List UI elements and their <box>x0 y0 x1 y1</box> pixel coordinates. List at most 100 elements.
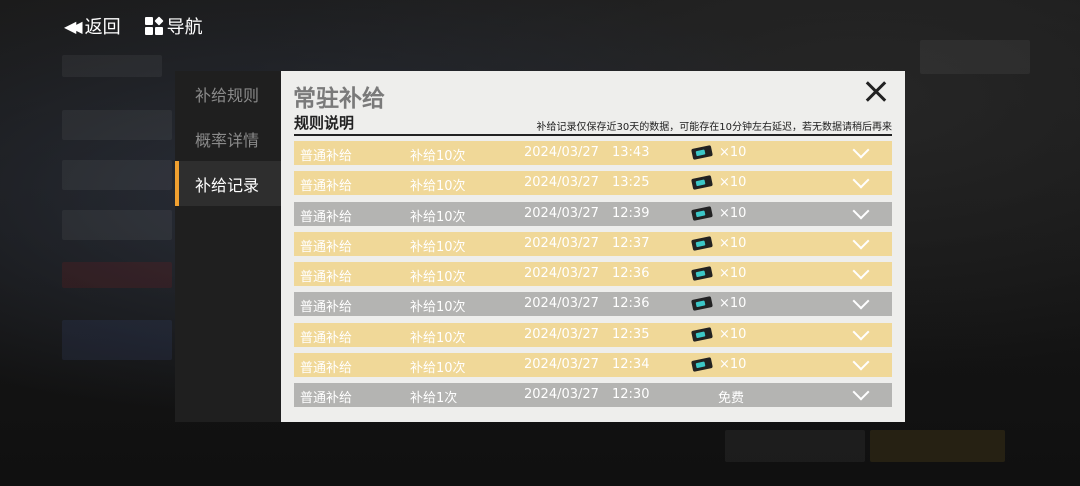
back-button[interactable]: ◀◀ 返回 <box>64 13 121 39</box>
record-reward: ×10 <box>691 357 747 373</box>
record-time: 12:34 <box>612 357 650 373</box>
record-count: 补给10次 <box>410 270 466 286</box>
chevron-down-icon[interactable] <box>852 353 870 371</box>
sidebar-item-rules[interactable]: 补给规则 <box>175 71 281 116</box>
chevron-down-icon[interactable] <box>852 292 870 310</box>
record-date: 2024/03/27 <box>524 205 599 221</box>
record-row[interactable]: 普通补给 补给10次 2024/03/27 12:39 ×10 <box>294 201 892 226</box>
top-bar: ◀◀ 返回 导航 <box>64 13 203 39</box>
chevron-down-icon[interactable] <box>852 323 870 341</box>
record-row[interactable]: 普通补给 补给10次 2024/03/27 13:25 ×10 <box>294 171 892 196</box>
chevron-down-icon[interactable] <box>852 171 870 189</box>
record-type: 普通补给 <box>300 209 353 225</box>
record-count: 补给10次 <box>410 239 466 255</box>
bg-shape <box>62 110 172 140</box>
record-time: 12:30 <box>612 387 650 403</box>
record-time: 12:36 <box>612 296 650 312</box>
chevron-down-icon[interactable] <box>852 202 870 220</box>
records-list: 普通补给 补给10次 2024/03/27 13:43 ×10 普通补给 补给1… <box>294 141 892 414</box>
chevron-down-icon[interactable] <box>852 141 870 159</box>
nav-label: 导航 <box>166 17 203 38</box>
sidebar-item-label: 补给规则 <box>195 85 260 105</box>
record-type: 普通补给 <box>300 239 353 255</box>
ticket-icon <box>691 175 713 191</box>
record-row[interactable]: 普通补给 补给10次 2024/03/27 12:37 ×10 <box>294 231 892 256</box>
record-count: 补给10次 <box>410 149 466 164</box>
reward-amount: ×10 <box>719 357 747 373</box>
record-reward-free: 免费 <box>718 391 745 407</box>
record-reward: ×10 <box>691 235 747 251</box>
bg-shape <box>62 55 162 77</box>
sidebar-item-records[interactable]: 补给记录 <box>175 161 281 206</box>
record-count: 补给10次 <box>410 179 466 195</box>
record-count: 补给1次 <box>410 391 458 407</box>
chevron-down-icon[interactable] <box>852 262 870 280</box>
record-type: 普通补给 <box>300 270 353 286</box>
rules-link[interactable]: 规则说明 <box>294 112 354 133</box>
record-type: 普通补给 <box>300 361 353 377</box>
supply-modal: 补给规则 概率详情 补给记录 常驻补给 规则说明 补给记录仅保存近30天的数据，… <box>175 71 905 422</box>
record-reward: ×10 <box>691 175 747 191</box>
record-count: 补给10次 <box>410 300 466 316</box>
record-reward: ×10 <box>691 205 747 221</box>
sidebar-item-probability[interactable]: 概率详情 <box>175 116 281 161</box>
record-count: 补给10次 <box>410 209 466 225</box>
bg-shape <box>920 40 1030 74</box>
reward-amount: ×10 <box>719 266 747 282</box>
record-count: 补给10次 <box>410 361 466 377</box>
record-row[interactable]: 普通补给 补给1次 2024/03/27 12:30 免费 <box>294 383 892 408</box>
ticket-icon <box>691 296 713 312</box>
record-row[interactable]: 普通补给 补给10次 2024/03/27 12:36 ×10 <box>294 292 892 317</box>
record-time: 12:37 <box>612 235 650 251</box>
panel-title: 常驻补给 <box>293 86 385 112</box>
ticket-icon <box>691 266 713 282</box>
reward-amount: ×10 <box>719 175 747 191</box>
record-type: 普通补给 <box>300 330 353 346</box>
sidebar-item-label: 概率详情 <box>195 130 260 150</box>
bg-shape <box>62 320 172 360</box>
ticket-icon <box>691 205 713 221</box>
record-row[interactable]: 普通补给 补给10次 2024/03/27 12:34 ×10 <box>294 353 892 378</box>
record-count: 补给10次 <box>410 330 466 346</box>
record-type: 普通补给 <box>300 391 353 407</box>
bg-shape <box>62 210 172 240</box>
bg-shape <box>725 430 865 462</box>
record-reward: ×10 <box>691 296 747 312</box>
record-date: 2024/03/27 <box>524 235 599 251</box>
record-date: 2024/03/27 <box>524 357 599 373</box>
back-label: 返回 <box>84 17 121 38</box>
record-reward: ×10 <box>691 266 747 282</box>
record-date: 2024/03/27 <box>524 145 599 160</box>
record-type: 普通补给 <box>300 300 353 316</box>
close-icon[interactable] <box>861 77 891 107</box>
ticket-icon <box>691 145 713 160</box>
sidebar: 补给规则 概率详情 补给记录 <box>175 71 281 422</box>
record-reward: ×10 <box>691 326 747 342</box>
record-row[interactable]: 普通补给 补给10次 2024/03/27 12:35 ×10 <box>294 322 892 347</box>
bg-shape <box>870 430 1005 462</box>
record-time: 13:43 <box>612 145 650 160</box>
record-date: 2024/03/27 <box>524 387 599 403</box>
ticket-icon <box>691 235 713 251</box>
records-panel: 常驻补给 规则说明 补给记录仅保存近30天的数据，可能存在10分钟左右延迟，若无… <box>281 71 905 422</box>
bg-shape <box>62 160 172 190</box>
reward-amount: ×10 <box>719 205 747 221</box>
reward-amount: ×10 <box>719 235 747 251</box>
reward-amount: ×10 <box>719 326 747 342</box>
record-row[interactable]: 普通补给 补给10次 2024/03/27 13:43 ×10 <box>294 141 892 165</box>
nav-button[interactable]: 导航 <box>144 13 203 39</box>
ticket-icon <box>691 326 713 342</box>
record-row[interactable]: 普通补给 补给10次 2024/03/27 12:36 ×10 <box>294 262 892 287</box>
chevron-down-icon[interactable] <box>852 383 870 401</box>
record-type: 普通补给 <box>300 149 353 164</box>
notice-text: 补给记录仅保存近30天的数据，可能存在10分钟左右延迟，若无数据请稍后再来 <box>536 122 892 133</box>
record-time: 13:25 <box>612 175 650 191</box>
bg-shape <box>62 262 172 288</box>
record-date: 2024/03/27 <box>524 326 599 342</box>
chevron-down-icon[interactable] <box>852 232 870 250</box>
reward-amount: ×10 <box>719 296 747 312</box>
ticket-icon <box>691 357 713 373</box>
record-time: 12:39 <box>612 205 650 221</box>
record-reward: ×10 <box>691 145 746 160</box>
record-time: 12:35 <box>612 326 650 342</box>
